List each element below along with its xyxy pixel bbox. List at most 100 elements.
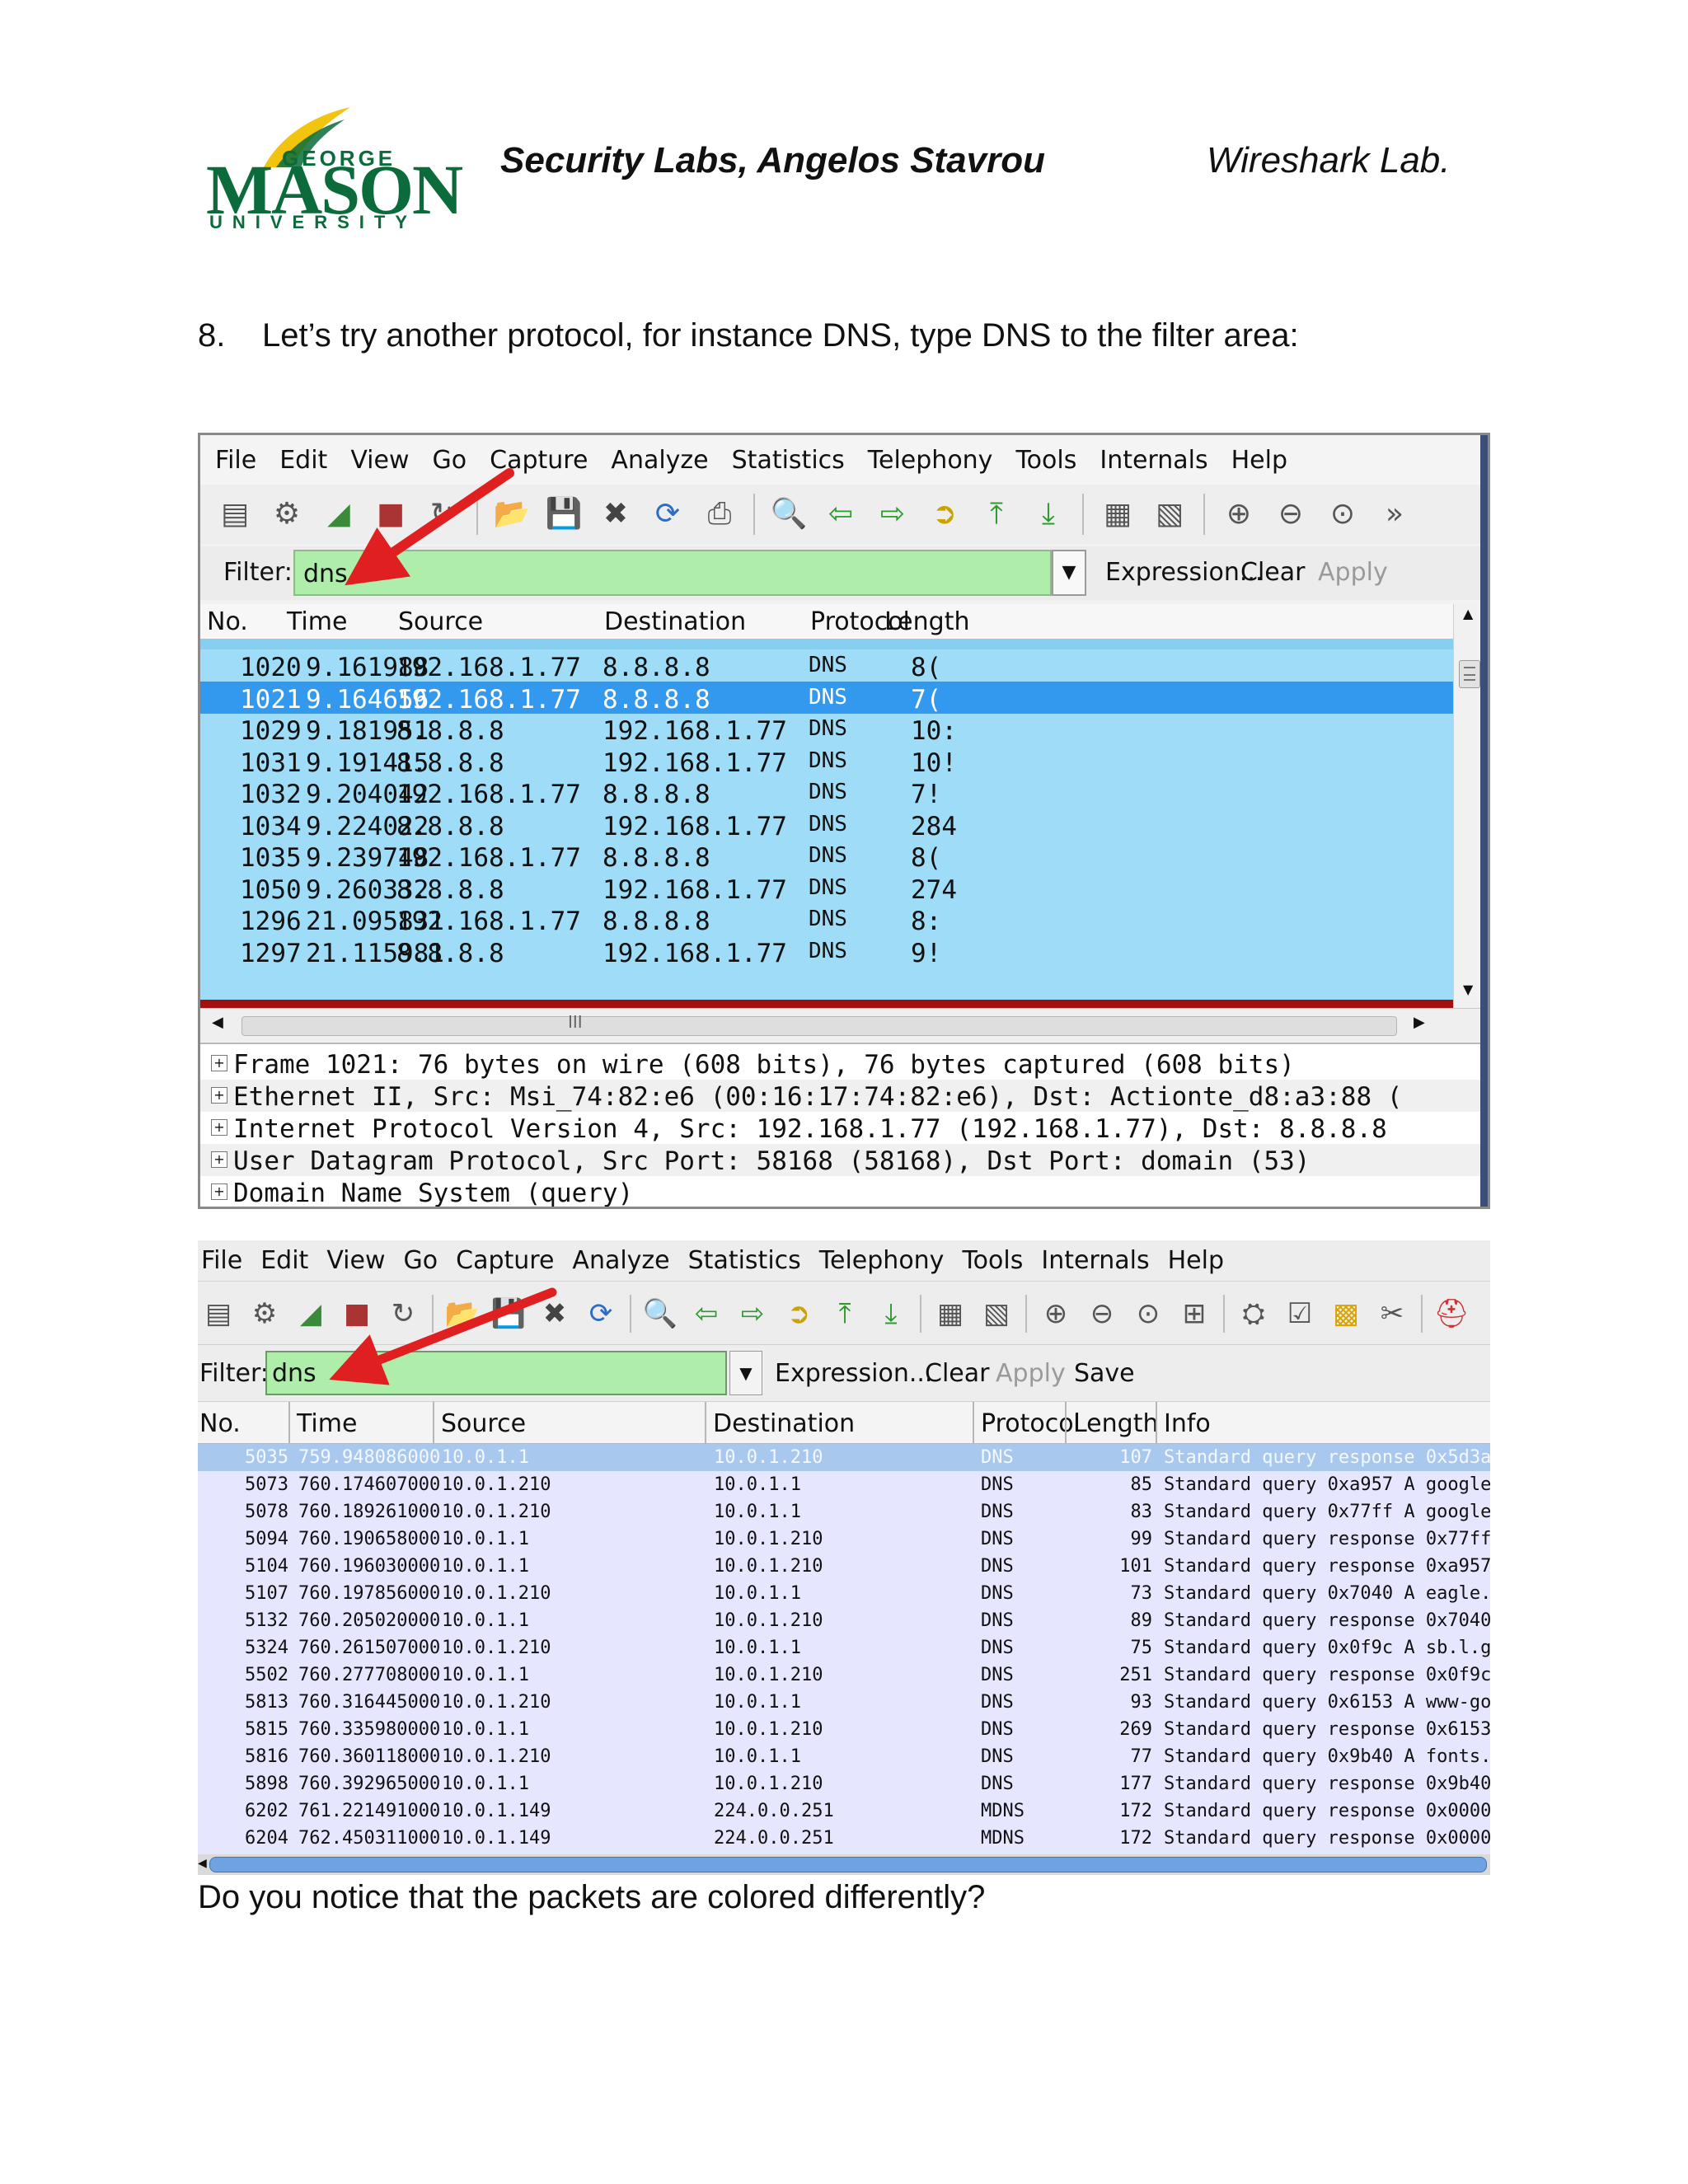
menu-go[interactable]: Go <box>433 446 467 475</box>
options-icon[interactable]: ⚙ <box>247 1296 282 1332</box>
stop-icon[interactable]: ■ <box>373 496 409 532</box>
column-header-time[interactable]: Time <box>297 1409 357 1438</box>
capture-filters-icon[interactable]: ⛭ <box>1236 1296 1271 1332</box>
help-icon[interactable]: ⛑ <box>1433 1296 1469 1332</box>
last-icon[interactable]: ⤓ <box>1030 496 1067 532</box>
column-separator[interactable] <box>1065 1402 1067 1443</box>
detail-row[interactable]: + Internet Protocol Version 4, Src: 192.1… <box>200 1112 1485 1144</box>
first-icon[interactable]: ⤒ <box>978 496 1015 532</box>
display-filters-icon[interactable]: ☑ <box>1282 1296 1317 1332</box>
scroll-down-icon[interactable]: ▼ <box>1463 982 1473 997</box>
menu-internals[interactable]: Internals <box>1041 1246 1149 1275</box>
packet-list[interactable]: 5035 759.948086000 10.0.1.1 10.0.1.210 DNS St… <box>198 1444 1490 1854</box>
table-row[interactable]: 1029 9.181951 8.8.8.8 192.168.1.77 DNS 10: <box>200 713 1453 746</box>
expand-icon[interactable]: + <box>211 1151 227 1168</box>
detail-row[interactable]: + Ethernet II, Src: Msi_74:82:e6 (00:16:1… <box>200 1080 1485 1112</box>
reload-icon[interactable]: ⟳ <box>584 1296 618 1332</box>
menu-file[interactable]: File <box>201 1246 242 1275</box>
table-row[interactable]: 1020 9.161988 192.168.1.77 8.8.8.8 DNS 8( <box>200 649 1453 682</box>
zoom-in-icon[interactable]: ⊕ <box>1221 496 1257 532</box>
colorize-icon[interactable]: ▦ <box>933 1296 968 1332</box>
column-separator[interactable] <box>973 1402 974 1443</box>
menu-capture[interactable]: Capture <box>456 1246 554 1275</box>
table-row[interactable]: 6204 762.450311000 10.0.1.149 224.0.0.251 MD… <box>198 1825 1490 1852</box>
column-header-destination[interactable]: Destination <box>713 1409 855 1438</box>
zoom-in-icon[interactable]: ⊕ <box>1039 1296 1073 1332</box>
table-row[interactable]: 5132 760.205020000 10.0.1.1 10.0.1.210 DNS St… <box>198 1607 1490 1634</box>
start-icon[interactable]: ◢ <box>293 1296 328 1332</box>
resize-icon[interactable]: ⊞ <box>1177 1296 1212 1332</box>
scroll-thumb[interactable] <box>1459 660 1480 688</box>
horizontal-scrollbar[interactable]: ◀ <box>198 1854 1490 1875</box>
table-row[interactable]: 5094 760.190658000 10.0.1.1 10.0.1.210 DNS St… <box>198 1526 1490 1553</box>
zoom-normal-icon[interactable]: ⊙ <box>1325 496 1361 532</box>
table-row[interactable]: 1021 9.164656 192.168.1.77 8.8.8.8 DNS 7( <box>200 681 1453 715</box>
zoom-normal-icon[interactable]: ⊙ <box>1131 1296 1165 1332</box>
table-row[interactable]: 5324 760.261507000 10.0.1.210 10.0.1.1 DNS St… <box>198 1634 1490 1661</box>
save-button[interactable]: Save <box>1074 1359 1135 1388</box>
table-row[interactable]: 6202 761.221491000 10.0.1.149 224.0.0.251 MD… <box>198 1797 1490 1825</box>
print-icon[interactable]: ⎙ <box>701 496 738 532</box>
column-header-source[interactable]: Source <box>441 1409 526 1438</box>
table-row[interactable]: 5073 760.174607000 10.0.1.210 10.0.1.1 DNS St… <box>198 1471 1490 1498</box>
table-row[interactable]: 1297 21.115981 8.8.8.8 192.168.1.77 DNS 9! <box>200 935 1453 968</box>
column-header-info[interactable]: Info <box>1164 1409 1211 1438</box>
table-row[interactable]: 5898 760.392965000 10.0.1.1 10.0.1.210 DNS St… <box>198 1770 1490 1797</box>
menu-analyze[interactable]: Analyze <box>572 1246 669 1275</box>
table-row[interactable]: 1035 9.239748 192.168.1.77 8.8.8.8 DNS 8( <box>200 840 1453 873</box>
table-row[interactable]: 5815 760.335980000 10.0.1.1 10.0.1.210 DNS St… <box>198 1716 1490 1743</box>
back-icon[interactable]: ⇦ <box>689 1296 724 1332</box>
menu-view[interactable]: View <box>326 1246 385 1275</box>
scroll-left-icon[interactable]: ◀ <box>198 1857 207 1870</box>
detail-row[interactable]: + Domain Name System (query) <box>200 1176 1485 1207</box>
filter-dropdown-button[interactable]: ▼ <box>1052 550 1086 596</box>
column-separator[interactable] <box>433 1402 434 1443</box>
forward-icon[interactable]: ⇨ <box>735 1296 770 1332</box>
column-separator[interactable] <box>1156 1402 1157 1443</box>
more-icon[interactable]: » <box>1376 496 1413 532</box>
scroll-right-icon[interactable]: ▶ <box>1414 1014 1425 1031</box>
expand-icon[interactable]: + <box>211 1119 227 1136</box>
close-icon[interactable]: ✖ <box>598 496 634 532</box>
zoom-out-icon[interactable]: ⊖ <box>1085 1296 1119 1332</box>
first-icon[interactable]: ⤒ <box>828 1296 862 1332</box>
horizontal-scrollbar[interactable]: ◀ III ▶ <box>200 1008 1485 1042</box>
autoscroll-icon[interactable]: ▧ <box>979 1296 1014 1332</box>
menu-edit[interactable]: Edit <box>279 446 327 475</box>
column-header-no[interactable]: No. <box>207 607 248 636</box>
prefs-icon[interactable]: ✂ <box>1375 1296 1409 1332</box>
menu-telephony[interactable]: Telephony <box>868 446 993 475</box>
clear-button[interactable]: Clear <box>1240 558 1305 587</box>
menu-analyze[interactable]: Analyze <box>611 446 708 475</box>
find-icon[interactable]: 🔍 <box>643 1296 678 1332</box>
detail-row[interactable]: + User Datagram Protocol, Src Port: 58168… <box>200 1144 1485 1176</box>
menu-help[interactable]: Help <box>1231 446 1287 475</box>
open-icon[interactable]: 📂 <box>494 496 531 532</box>
detail-row[interactable]: + Frame 1021: 76 bytes on wire (608 bits)… <box>200 1047 1485 1080</box>
table-row[interactable]: 1031 9.191415 8.8.8.8 192.168.1.77 DNS 10! <box>200 745 1453 778</box>
scroll-left-icon[interactable]: ◀ <box>212 1014 223 1031</box>
reload-icon[interactable]: ⟳ <box>649 496 686 532</box>
column-header-length[interactable]: Length <box>1073 1409 1158 1438</box>
expand-icon[interactable]: + <box>211 1183 227 1200</box>
table-row[interactable]: 1034 9.224022 8.8.8.8 192.168.1.77 DNS 284 <box>200 808 1453 841</box>
interfaces-icon[interactable]: ▤ <box>217 496 253 532</box>
table-row[interactable]: 5502 760.277708000 10.0.1.1 10.0.1.210 DNS St… <box>198 1661 1490 1689</box>
table-row[interactable]: 5078 760.189261000 10.0.1.210 10.0.1.1 DNS St… <box>198 1498 1490 1526</box>
table-row[interactable]: 5816 760.360118000 10.0.1.210 10.0.1.1 DNS St… <box>198 1743 1490 1770</box>
column-separator[interactable] <box>705 1402 706 1443</box>
menu-file[interactable]: File <box>215 446 256 475</box>
open-icon[interactable]: 📂 <box>445 1296 480 1332</box>
back-icon[interactable]: ⇦ <box>823 496 859 532</box>
menu-view[interactable]: View <box>350 446 409 475</box>
goto-icon[interactable]: ➲ <box>781 1296 816 1332</box>
table-row[interactable]: 5813 760.316445000 10.0.1.210 10.0.1.1 DNS St… <box>198 1689 1490 1716</box>
start-icon[interactable]: ◢ <box>321 496 357 532</box>
apply-button[interactable]: Apply <box>1318 558 1388 587</box>
horizontal-scroll-thumb[interactable] <box>209 1857 1487 1872</box>
expression-button[interactable]: Expression... <box>1105 558 1263 587</box>
menu-internals[interactable]: Internals <box>1100 446 1207 475</box>
apply-button[interactable]: Apply <box>996 1359 1066 1388</box>
column-header-destination[interactable]: Destination <box>604 607 746 636</box>
options-icon[interactable]: ⚙ <box>269 496 305 532</box>
